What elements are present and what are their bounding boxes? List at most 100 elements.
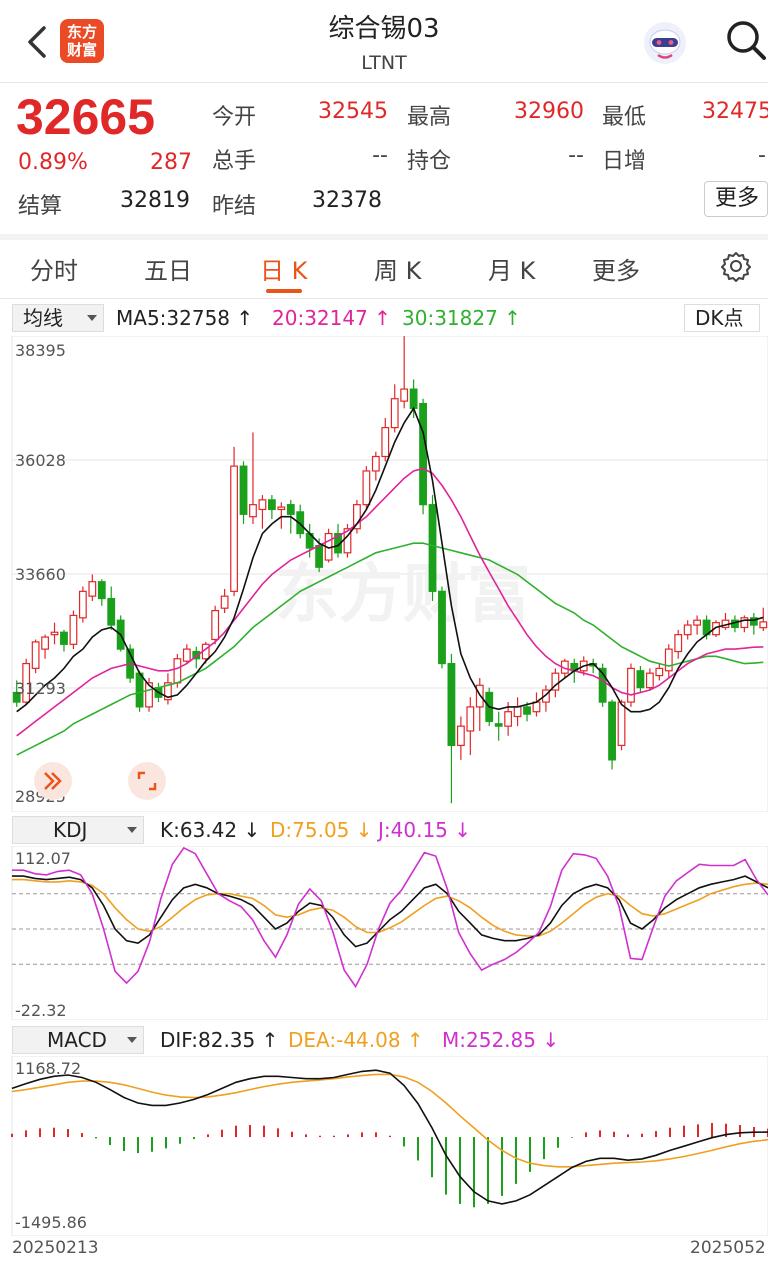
candle <box>97 581 106 600</box>
candle <box>258 499 267 511</box>
candle <box>693 619 702 626</box>
active-tab-indicator <box>266 289 302 293</box>
candle <box>41 636 49 650</box>
candle <box>362 470 371 506</box>
open-label: 今开 <box>212 105 257 130</box>
candle <box>532 701 541 713</box>
y-axis-tick-label: 31293 <box>15 679 66 698</box>
dropdown-icon <box>127 1037 137 1043</box>
expand-left-button[interactable] <box>34 762 72 800</box>
ma-select-label: 均线 <box>23 306 63 330</box>
kdj-j-value: J:40.15 ↓ <box>378 818 472 842</box>
candle <box>107 597 116 626</box>
candle <box>636 670 645 689</box>
macd-y-min-label: -1495.86 <box>15 1213 87 1232</box>
ma-select[interactable]: 均线 <box>12 304 104 332</box>
volume-label: 总手 <box>212 149 257 174</box>
candle <box>371 455 380 472</box>
candle <box>31 641 40 669</box>
y-axis-tick-label: 38395 <box>15 341 66 360</box>
candle <box>627 667 635 703</box>
dropdown-icon <box>87 315 97 321</box>
candle <box>683 624 692 636</box>
open-interest-label: 持仓 <box>407 149 452 174</box>
candle <box>182 648 191 662</box>
kdj-k-line <box>12 875 768 948</box>
candle <box>400 388 409 402</box>
gear-icon <box>721 252 751 282</box>
macd-dea-line <box>11 1073 768 1168</box>
more-fields-button[interactable]: 更多 <box>704 181 768 217</box>
kdj-d-line <box>12 878 768 937</box>
candle <box>69 614 78 645</box>
macd-dea-value: DEA:-44.08 ↑ <box>288 1028 424 1052</box>
candle <box>135 672 144 708</box>
candle <box>645 672 654 689</box>
candle <box>211 609 220 641</box>
kdj-k-value: K:63.42 ↓ <box>160 818 261 842</box>
candle <box>267 499 276 511</box>
settle-label: 结算 <box>18 194 63 219</box>
kdj-y-max-label: 112.07 <box>15 849 71 868</box>
candle <box>447 662 456 747</box>
candle <box>60 631 68 645</box>
macd-dif-value: DIF:82.35 ↑ <box>160 1028 279 1052</box>
candle <box>239 465 248 515</box>
candle <box>428 504 437 592</box>
ma20-value: 20:32147 ↑ <box>272 306 391 330</box>
search-icon <box>727 21 766 60</box>
search-button[interactable] <box>724 18 768 62</box>
daily-increase-label: 日增 <box>602 149 647 174</box>
tab-five-day[interactable]: 五日 <box>144 251 192 286</box>
tab-intraday[interactable]: 分时 <box>30 251 78 286</box>
candle <box>456 725 465 747</box>
change-value: 287 <box>150 150 192 175</box>
dropdown-icon <box>127 827 137 833</box>
tab-monthly-k[interactable]: 月 K <box>488 251 535 286</box>
candle <box>674 634 683 653</box>
candle <box>88 581 97 597</box>
robot-avatar-icon[interactable] <box>642 20 688 66</box>
candle <box>381 427 390 458</box>
kdj-y-min-label: -22.32 <box>15 1001 67 1020</box>
candle <box>78 590 87 619</box>
candle <box>277 506 286 511</box>
candle <box>494 723 503 727</box>
candle <box>740 617 749 629</box>
candle <box>513 706 522 718</box>
candle <box>286 504 295 515</box>
candle <box>220 595 229 609</box>
dk-point-button[interactable]: DK点 <box>684 304 760 332</box>
kdj-select[interactable]: KDJ <box>12 816 144 844</box>
candle <box>466 706 475 732</box>
macd-select[interactable]: MACD <box>12 1026 144 1054</box>
kline-chart[interactable]: 东方财富 3839536028336603129328925 <box>0 336 768 812</box>
expand-arrows-icon <box>137 771 157 791</box>
tab-more[interactable]: 更多 <box>592 251 648 286</box>
candle <box>617 701 626 747</box>
kdj-chart[interactable]: 112.07 -22.32 <box>0 846 768 1020</box>
macd-y-max-label: 1168.72 <box>15 1059 81 1078</box>
candle <box>173 658 182 684</box>
macd-select-label: MACD <box>47 1028 107 1052</box>
settle-value: 32819 <box>120 188 190 213</box>
last-price: 32665 <box>16 89 156 145</box>
prev-settle-label: 昨结 <box>212 194 257 219</box>
x-axis-end-label: 2025052 <box>690 1238 766 1258</box>
change-percent: 0.89% <box>18 150 88 175</box>
tab-daily-k[interactable]: 日 K <box>260 251 307 286</box>
candle <box>664 648 673 672</box>
candle <box>315 544 324 568</box>
ma5-value: MA5:32758 ↑ <box>116 306 254 330</box>
candle <box>655 667 664 677</box>
candle <box>523 706 531 715</box>
tab-weekly-k[interactable]: 周 K <box>374 251 421 286</box>
candle <box>390 398 399 429</box>
y-axis-tick-label: 33660 <box>15 565 66 584</box>
prev-settle-value: 32378 <box>312 188 382 213</box>
dk-point-label: DK点 <box>695 306 744 330</box>
macd-chart[interactable]: 1168.72 -1495.86 <box>0 1056 768 1236</box>
chart-settings-button[interactable] <box>720 250 752 282</box>
fullscreen-button[interactable] <box>128 762 166 800</box>
tab-more-label: 更多 <box>592 257 640 285</box>
